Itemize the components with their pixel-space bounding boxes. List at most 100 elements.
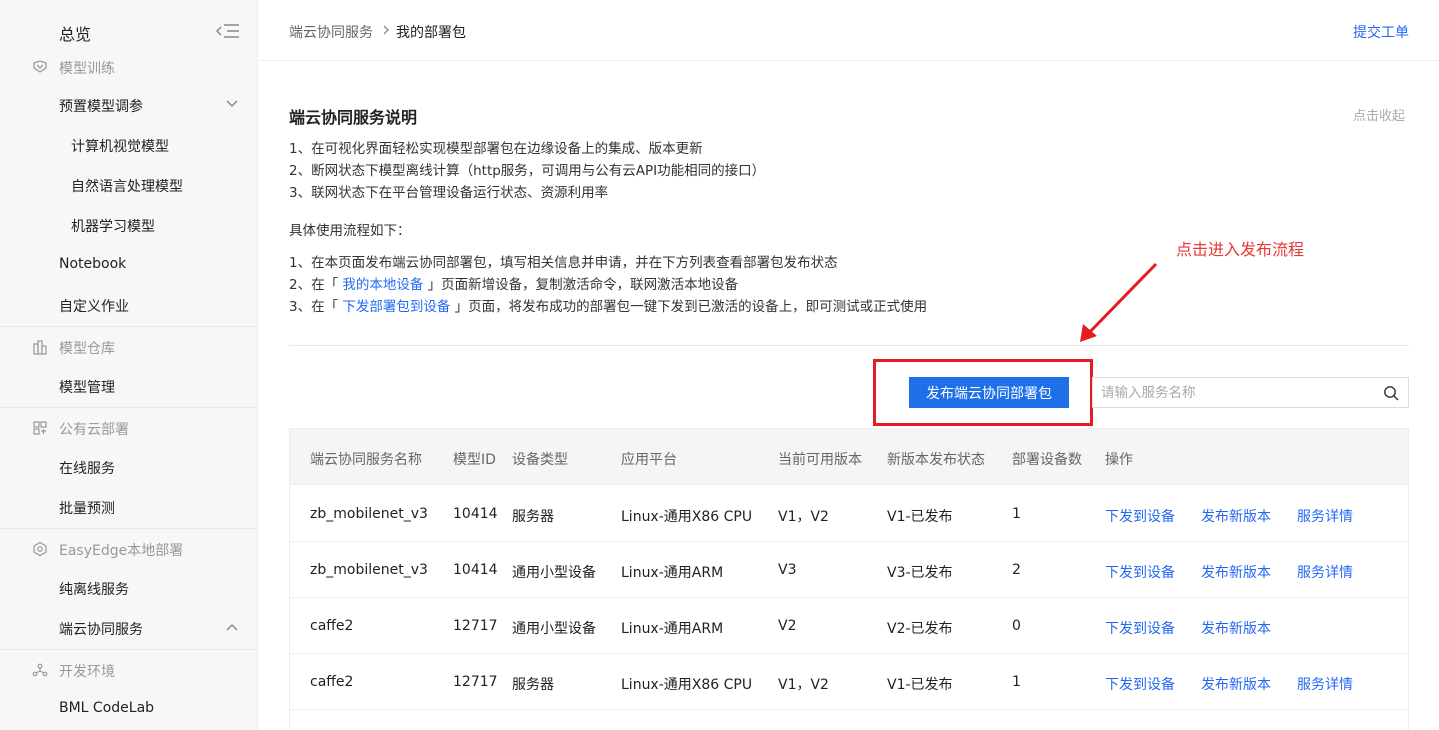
- step-text: 」页面新增设备，复制激活命令，联网激活本地设备: [423, 277, 739, 293]
- cell-model-id: 12717: [453, 674, 498, 690]
- annotation-text: 点击进入发布流程: [1176, 240, 1305, 259]
- submit-ticket-link[interactable]: 提交工单: [1353, 22, 1409, 42]
- sidebar-item-label: 自然语言处理模型: [71, 179, 183, 195]
- service-name-search-input[interactable]: [1093, 378, 1373, 407]
- sidebar-item-label: Notebook: [59, 256, 127, 272]
- sidebar-item-label: 自定义作业: [59, 299, 129, 315]
- collapse-menu-icon[interactable]: [216, 22, 240, 40]
- sidebar-item-edge-cloud[interactable]: 端云协同服务: [0, 608, 257, 648]
- cell-device-type: 服务器: [512, 509, 554, 525]
- publish-new-version-link[interactable]: 发布新版本: [1201, 618, 1271, 638]
- search-box: [1092, 377, 1409, 408]
- sidebar-item-cv[interactable]: 计算机视觉模型: [0, 125, 257, 165]
- my-local-devices-link[interactable]: 我的本地设备: [342, 277, 423, 293]
- annotation-arrow-icon: [1080, 262, 1158, 342]
- cell-version: V3: [778, 562, 797, 578]
- sidebar-item-label: 在线服务: [59, 461, 115, 477]
- sidebar-item-offline-service[interactable]: 纯离线服务: [0, 568, 257, 608]
- sidebar-item-ml[interactable]: 机器学习模型: [0, 205, 257, 245]
- cell-devices: 1: [1012, 674, 1021, 690]
- description-point: 1、在可视化界面轻松实现模型部署包在边缘设备上的集成、版本更新: [289, 141, 703, 157]
- cell-platform: Linux-通用ARM: [621, 565, 724, 581]
- network-icon: [32, 663, 48, 677]
- deploy-to-device-link[interactable]: 下发到设备: [1105, 674, 1175, 694]
- sidebar-group-label: 模型仓库: [59, 341, 115, 357]
- collapse-description-link[interactable]: 点击收起: [1353, 105, 1405, 124]
- deploy-package-to-device-link[interactable]: 下发部署包到设备: [342, 299, 450, 315]
- step-text: 3、在「: [289, 299, 343, 315]
- column-header-devices: 部署设备数: [1012, 452, 1082, 468]
- cell-device-type: 服务器: [512, 677, 554, 693]
- sidebar-item-notebook[interactable]: Notebook: [0, 245, 257, 285]
- step-text: 2、在「: [289, 277, 343, 293]
- sidebar-item-codelab[interactable]: BML CodeLab: [0, 689, 257, 729]
- hexagon-icon: [33, 541, 47, 557]
- flow-step-1: 1、在本页面发布端云协同部署包，填写相关信息并申请，并在下方列表查看部署包发布状…: [289, 255, 838, 271]
- cell-model-id: 10414: [453, 506, 498, 522]
- cell-version: V1，V2: [778, 677, 829, 693]
- cell-platform: Linux-通用ARM: [621, 621, 724, 637]
- sidebar-item-custom-job[interactable]: 自定义作业: [0, 285, 257, 325]
- column-header-device-type: 设备类型: [512, 452, 568, 468]
- sidebar-group-repo: 模型仓库: [0, 326, 257, 366]
- warehouse-icon: [33, 340, 47, 355]
- cell-version: V2: [778, 618, 797, 634]
- sidebar: 总览 模型训练 预置模型调参 计算机视觉模型 自然语言处理模型 机器学习模型 N…: [0, 0, 258, 730]
- step-text: 」页面，将发布成功的部署包一键下发到已激活的设备上，即可测试或正式使用: [450, 299, 928, 315]
- search-icon[interactable]: [1383, 385, 1399, 401]
- sidebar-item-batch-prediction[interactable]: 批量预测: [0, 487, 257, 527]
- sidebar-group-dev-env: 开发环境: [0, 649, 257, 689]
- model-training-icon: [33, 60, 47, 73]
- cell-name: zb_mobilenet_v3: [310, 562, 428, 578]
- sidebar-group-training: 模型训练: [0, 46, 257, 86]
- sidebar-group-label: EasyEdge本地部署: [59, 543, 184, 559]
- deploy-to-device-link[interactable]: 下发到设备: [1105, 618, 1175, 638]
- sidebar-group-label: 开发环境: [59, 664, 115, 680]
- column-header-status: 新版本发布状态: [887, 452, 985, 468]
- service-details-link[interactable]: 服务详情: [1297, 674, 1353, 694]
- cell-name: caffe2: [310, 674, 354, 690]
- deploy-to-device-link[interactable]: 下发到设备: [1105, 562, 1175, 582]
- sidebar-group-public-cloud: 公有云部署: [0, 407, 257, 447]
- top-header: 端云协同服务 我的部署包 提交工单: [259, 0, 1439, 61]
- sidebar-title[interactable]: 总览: [59, 21, 91, 45]
- sidebar-item-label: 计算机视觉模型: [71, 139, 169, 155]
- table-row: zb_mobilenet_v3 10414 服务器 Linux-通用X86 CP…: [290, 486, 1408, 542]
- publish-new-version-link[interactable]: 发布新版本: [1201, 674, 1271, 694]
- column-header-name: 端云协同服务名称: [310, 452, 422, 468]
- cell-platform: Linux-通用X86 CPU: [621, 509, 753, 525]
- chevron-right-icon: [383, 25, 389, 35]
- cell-device-type: 通用小型设备: [512, 565, 596, 581]
- table-header: 端云协同服务名称 模型ID 设备类型 应用平台 当前可用版本 新版本发布状态 部…: [290, 429, 1408, 485]
- cell-status: V1-已发布: [887, 509, 953, 525]
- table-row: zb_mobilenet_v3 10414 通用小型设备 Linux-通用ARM…: [290, 542, 1408, 598]
- sidebar-item-label: 端云协同服务: [59, 622, 143, 638]
- sidebar-group-label: 模型训练: [59, 61, 115, 77]
- cell-devices: 0: [1012, 618, 1021, 634]
- divider: [289, 345, 1409, 346]
- cell-platform: Linux-通用X86 CPU: [621, 677, 753, 693]
- sidebar-item-label: 机器学习模型: [71, 219, 155, 235]
- cell-status: V1-已发布: [887, 677, 953, 693]
- column-header-operations: 操作: [1105, 452, 1133, 468]
- sidebar-item-preset[interactable]: 预置模型调参: [0, 85, 257, 125]
- services-table: 端云协同服务名称 模型ID 设备类型 应用平台 当前可用版本 新版本发布状态 部…: [289, 428, 1409, 730]
- cell-name: zb_mobilenet_v3: [310, 506, 428, 522]
- cell-name: caffe2: [310, 618, 354, 634]
- sidebar-item-online-service[interactable]: 在线服务: [0, 447, 257, 487]
- deploy-to-device-link[interactable]: 下发到设备: [1105, 506, 1175, 526]
- sidebar-item-label: 模型管理: [59, 380, 115, 396]
- description-point: 3、联网状态下在平台管理设备运行状态、资源利用率: [289, 185, 609, 201]
- column-header-platform: 应用平台: [621, 452, 677, 468]
- sidebar-item-model-management[interactable]: 模型管理: [0, 366, 257, 406]
- cell-model-id: 12717: [453, 618, 498, 634]
- publish-package-button[interactable]: 发布端云协同部署包: [909, 377, 1069, 408]
- breadcrumb-parent[interactable]: 端云协同服务: [289, 22, 373, 42]
- service-details-link[interactable]: 服务详情: [1297, 506, 1353, 526]
- sidebar-item-nlp[interactable]: 自然语言处理模型: [0, 165, 257, 205]
- service-details-link[interactable]: 服务详情: [1297, 562, 1353, 582]
- publish-new-version-link[interactable]: 发布新版本: [1201, 562, 1271, 582]
- cell-version: V1，V2: [778, 509, 829, 525]
- cell-status: V2-已发布: [887, 621, 953, 637]
- publish-new-version-link[interactable]: 发布新版本: [1201, 506, 1271, 526]
